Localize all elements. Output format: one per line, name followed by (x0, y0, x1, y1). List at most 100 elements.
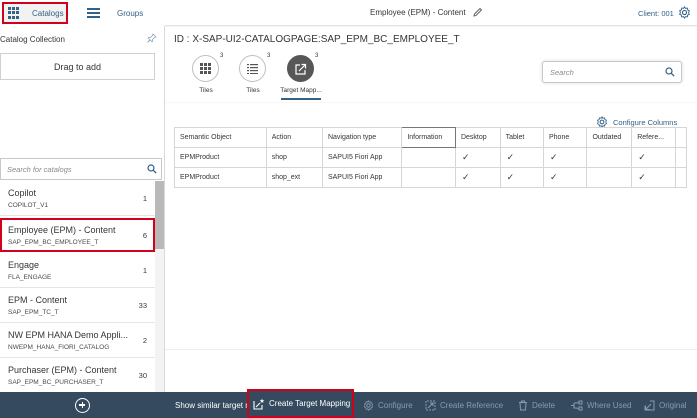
left-header: Catalogs Groups (0, 0, 165, 26)
cell-tablet-check: ✓ (499, 147, 544, 168)
column-header-filler (674, 127, 688, 148)
drag-to-add-area[interactable]: Drag to add (0, 53, 155, 80)
catalog-item-title: Employee (EPM) - Content (8, 225, 116, 235)
cell-information (401, 167, 456, 188)
add-catalog-icon[interactable] (75, 397, 90, 413)
hamburger-icon (87, 8, 100, 18)
catalog-item-title: EPM - Content (8, 295, 68, 305)
client-indicator[interactable]: Client: 001 (638, 9, 674, 18)
catalog-item-engage[interactable]: Engage FLA_ENGAGE 1 (0, 253, 155, 288)
create-mapping-icon (253, 398, 265, 410)
tab-target-mappings[interactable]: 3 Target Mapp... (271, 53, 331, 101)
left-footer (0, 392, 165, 418)
cell-tablet-check: ✓ (499, 167, 544, 188)
catalog-item-id: SAP_EPM_BC_PURCHASER_T (8, 379, 104, 386)
original-button[interactable]: Original (644, 392, 687, 418)
grid-icon (192, 55, 219, 82)
object-search-placeholder: Search (550, 67, 574, 77)
tab-groups[interactable]: Groups (82, 2, 162, 24)
table-row[interactable]: EPMProduct shop_ext SAPUI5 Fiori App ✓ ✓… (174, 167, 688, 188)
edit-icon[interactable] (473, 7, 483, 17)
cell-phone-check: ✓ (542, 167, 588, 188)
column-header-reference[interactable]: Refere... (631, 127, 676, 148)
search-icon[interactable] (147, 164, 157, 174)
column-header-information[interactable]: Information (401, 127, 456, 148)
footer-toolbar: Show similar target m Create Target Mapp… (165, 389, 697, 418)
column-header-tablet[interactable]: Tablet (499, 127, 544, 148)
catalog-item-id: COPILOT_V1 (8, 202, 49, 209)
column-header-phone[interactable]: Phone (542, 127, 588, 148)
cell-action: shop_ext (265, 167, 323, 188)
tab-count: 3 (267, 53, 271, 59)
catalog-item-title: Copilot (8, 188, 37, 198)
tab-catalogs[interactable]: Catalogs (2, 2, 68, 24)
catalog-item-copilot[interactable]: Copilot COPILOT_V1 1 (0, 181, 155, 216)
page-title: ID : X-SAP-UI2-CATALOGPAGE:SAP_EPM_BC_EM… (174, 34, 460, 45)
catalog-collection-title: Catalog Collection (0, 35, 65, 44)
configure-button[interactable]: Configure (363, 392, 413, 418)
content-spacer (165, 349, 697, 392)
cell-desktop-check: ✓ (454, 167, 501, 188)
catalog-item-count: 2 (142, 336, 147, 345)
create-reference-button[interactable]: Create Reference (425, 392, 503, 418)
tab-catalogs-label: Catalogs (32, 8, 64, 18)
column-header-semantic-object[interactable]: Semantic Object (174, 127, 267, 148)
gear-icon (363, 399, 374, 411)
catalog-item-count: 30 (138, 371, 147, 380)
configure-label: Configure (378, 400, 413, 410)
show-similar-toggle[interactable]: Show similar target m (175, 401, 252, 410)
cell-navigation-type: SAPUI5 Fiori App (321, 147, 403, 168)
create-reference-label: Create Reference (440, 400, 504, 410)
catalog-item-epm-content[interactable]: EPM - Content SAP_EPM_TC_T 33 (0, 288, 155, 323)
cell-information (401, 147, 456, 168)
shell-title: Employee (EPM) - Content (370, 8, 466, 17)
cell-reference-check: ✓ (631, 167, 676, 188)
table-row[interactable]: EPMProduct shop SAPUI5 Fiori App ✓ ✓ ✓ ✓ (174, 147, 688, 168)
gear-icon[interactable] (678, 6, 691, 19)
original-label: Original (659, 400, 687, 410)
catalog-item-id: SAP_EPM_BC_EMPLOYEE_T (8, 239, 99, 246)
object-header: ID : X-SAP-UI2-CATALOGPAGE:SAP_EPM_BC_EM… (165, 27, 697, 102)
create-target-mapping-label: Create Target Mapping (269, 399, 351, 408)
catalog-item-employee[interactable]: Employee (EPM) - Content SAP_EPM_BC_EMPL… (0, 218, 155, 252)
search-icon[interactable] (665, 67, 675, 77)
delete-label: Delete (532, 400, 556, 410)
trash-icon (519, 400, 527, 410)
column-header-outdated[interactable]: Outdated (586, 127, 633, 148)
catalog-item-title: Engage (8, 260, 40, 270)
catalog-item-title: NW EPM HANA Demo Appli... (8, 330, 129, 340)
catalog-search-input[interactable]: Search for catalogs (0, 158, 162, 180)
table-header-row: Semantic Object Action Navigation type I… (174, 127, 688, 148)
configure-columns-label: Configure Columns (613, 117, 678, 127)
catalog-item-title: Purchaser (EPM) - Content (8, 365, 117, 375)
where-used-button[interactable]: Where Used (570, 392, 631, 418)
reference-icon (425, 400, 436, 410)
catalog-panel: Catalogs Groups Catalog Collection Drag … (0, 0, 165, 418)
shell-header: Employee (EPM) - Content Client: 001 (165, 0, 697, 26)
where-used-label: Where Used (587, 400, 632, 410)
cell-semantic-object: EPMProduct (174, 167, 267, 188)
cell-reference-check: ✓ (631, 147, 676, 168)
drag-to-add-label: Drag to add (53, 61, 102, 72)
cell-navigation-type: SAPUI5 Fiori App (321, 167, 403, 188)
cell-filler (674, 167, 688, 188)
tab-label: Target Mapp... (280, 87, 322, 94)
cell-semantic-object: EPMProduct (174, 147, 267, 168)
catalog-item-purchaser[interactable]: Purchaser (EPM) - Content SAP_EPM_BC_PUR… (0, 358, 155, 392)
where-used-icon (571, 400, 583, 410)
active-tab-indicator (281, 98, 321, 100)
object-search-input[interactable]: Search (542, 61, 682, 83)
column-header-navigation-type[interactable]: Navigation type (321, 127, 403, 148)
delete-button[interactable]: Delete (518, 392, 555, 418)
column-header-action[interactable]: Action (265, 127, 323, 148)
navigate-back-icon (644, 400, 655, 410)
column-header-desktop[interactable]: Desktop (454, 127, 501, 148)
catalog-item-id: NWEPM_HANA_FIORI_CATALOG (8, 344, 110, 351)
catalog-item-nw-epm-hana[interactable]: NW EPM HANA Demo Appli... NWEPM_HANA_FIO… (0, 323, 155, 358)
catalog-item-id: SAP_EPM_TC_T (8, 309, 59, 316)
create-target-mapping-button[interactable]: Create Target Mapping (247, 389, 354, 418)
cell-phone-check: ✓ (542, 147, 588, 168)
cell-filler (674, 147, 688, 168)
pin-icon[interactable] (147, 33, 157, 43)
catalog-item-count: 1 (142, 266, 147, 275)
